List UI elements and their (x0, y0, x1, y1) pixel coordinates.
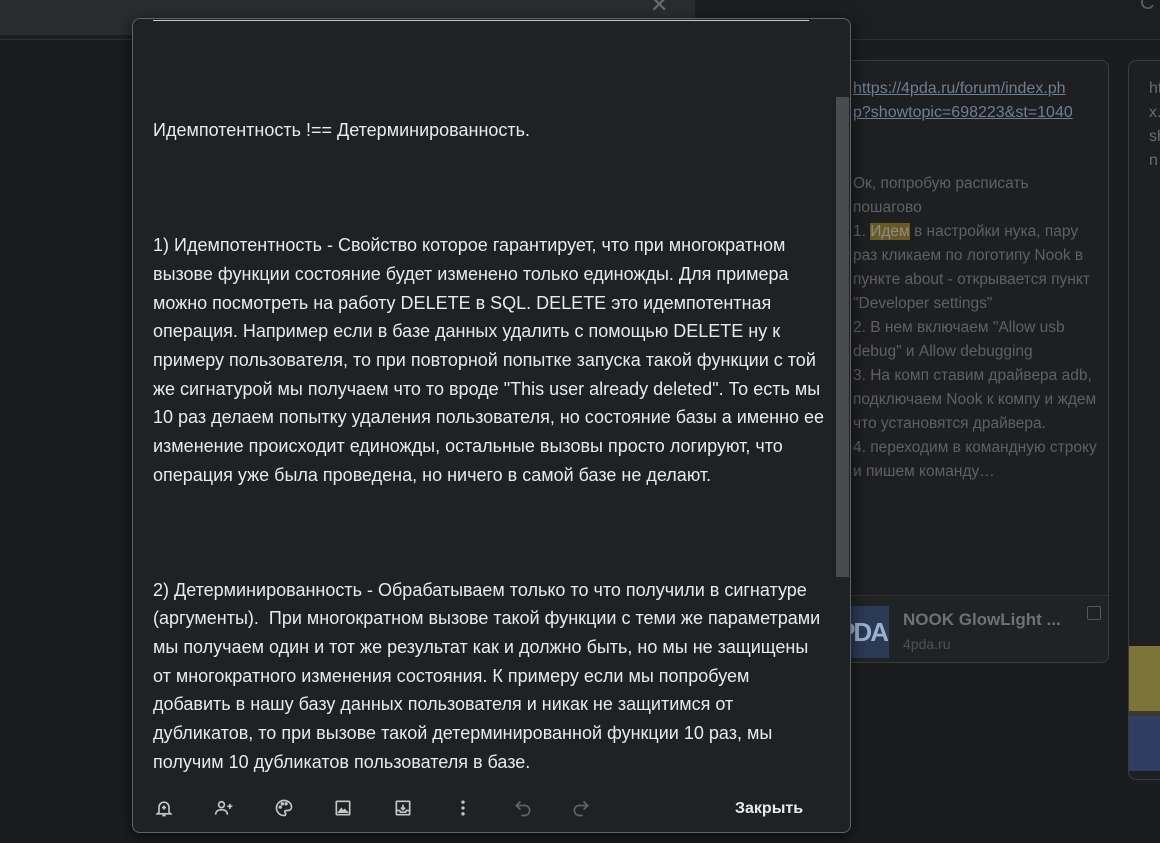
note-paragraph-2: 2) Детерминированность - Обрабатываем то… (153, 579, 826, 772)
palette-icon[interactable] (272, 796, 296, 820)
note-body[interactable]: Идемпотентность !== Детерминированность.… (153, 59, 830, 832)
note-paragraph-1: 1) Идемпотентность - Свойство которое га… (153, 235, 830, 485)
search-close-icon[interactable]: ✕ (650, 0, 672, 16)
card-line: 2. В нем включаем "Allow usb debug" и Al… (853, 319, 1065, 360)
card-line: 4. переходим в командную строку и пишем … (853, 439, 1097, 480)
note-card-text: Ок, попробую расписать пошагово 1. Идем … (853, 172, 1098, 484)
preview-site: 4pda.ru (903, 636, 951, 652)
background-note-card-2[interactable]: htx.shn (1128, 60, 1160, 780)
collaborator-icon[interactable] (212, 796, 236, 820)
remind-icon[interactable] (152, 796, 176, 820)
search-highlight: Идем (870, 223, 910, 240)
open-external-icon[interactable] (1087, 606, 1101, 620)
preview-title: NOOK GlowLight ... (903, 610, 1061, 629)
note-link[interactable]: https://4pda.ru/forum/index.php?showtopi… (853, 77, 1083, 125)
link-preview[interactable]: PDA NOOK GlowLight ... 4pda.ru (837, 595, 1108, 662)
redo-icon[interactable] (569, 796, 593, 820)
image-icon[interactable] (331, 796, 355, 820)
note-title-line: Идемпотентность !== Детерминированность. (153, 120, 531, 141)
undo-icon[interactable] (511, 796, 535, 820)
close-button[interactable]: Закрыть (723, 792, 815, 826)
scrolled-text-edge (153, 19, 809, 21)
card2-text: htx.shn (1149, 80, 1160, 169)
card2-image (1129, 646, 1160, 771)
note-toolbar: Закрыть (133, 784, 850, 832)
account-icon[interactable]: C (1140, 0, 1154, 15)
archive-icon[interactable] (391, 796, 415, 820)
more-icon[interactable] (451, 796, 475, 820)
dialog-scrollbar[interactable] (836, 97, 849, 577)
background-note-card[interactable]: https://4pda.ru/forum/index.php?showtopi… (836, 60, 1109, 663)
card-line: Ок, попробую расписать пошагово (853, 175, 1029, 216)
card-line: 1. (853, 223, 871, 240)
card-line: 3. На комп ставим драйвера adb, подключа… (853, 367, 1097, 432)
note-editor-dialog: Идемпотентность !== Детерминированность.… (132, 18, 851, 833)
